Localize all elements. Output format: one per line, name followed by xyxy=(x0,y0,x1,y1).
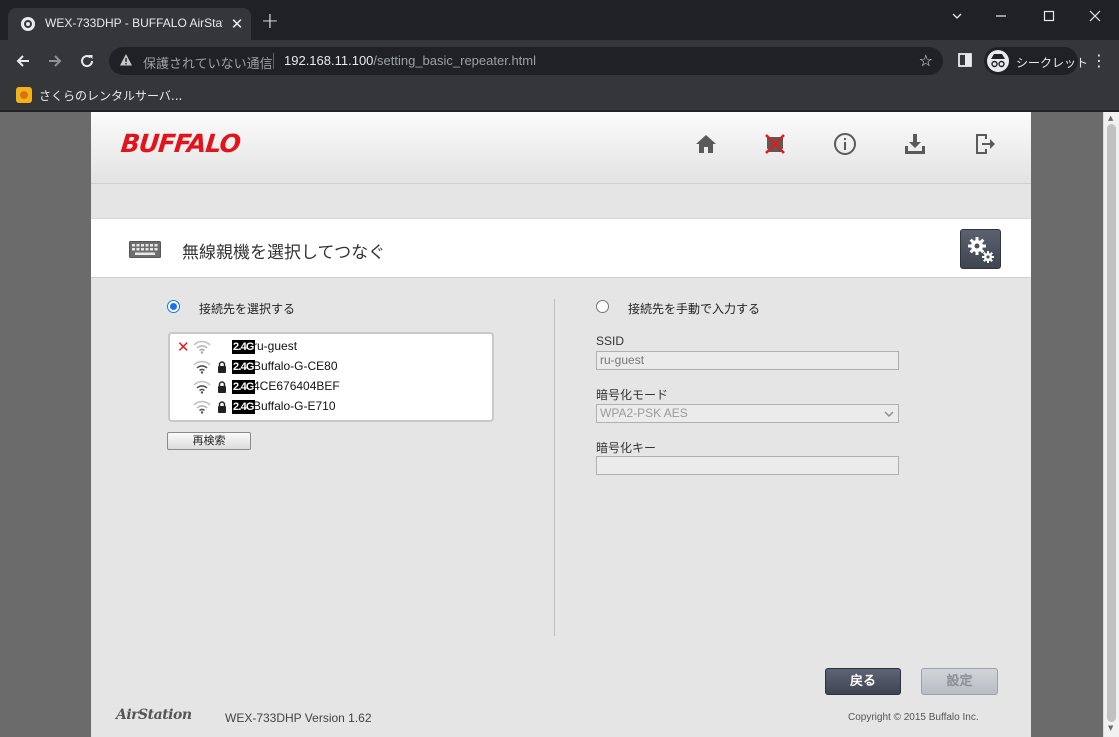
encryption-mode-value: WPA2-PSK AES xyxy=(600,406,688,420)
list-item[interactable]: ✕ 2.4G ru-guest xyxy=(170,337,490,357)
back-button[interactable]: 戻る xyxy=(825,668,901,695)
home-icon[interactable] xyxy=(694,132,718,156)
browser-toolbar: 保護されていない通信 192.168.11.100/setting_basic_… xyxy=(0,40,1119,80)
address-bar[interactable]: 保護されていない通信 192.168.11.100/setting_basic_… xyxy=(109,47,943,75)
keyboard-icon xyxy=(129,241,161,258)
lock-icon xyxy=(218,381,226,393)
apply-button[interactable]: 設定 xyxy=(921,668,998,695)
encryption-mode-label: 暗号化モード xyxy=(596,388,669,402)
band-badge: 2.4G xyxy=(232,360,255,374)
scroll-thumb[interactable] xyxy=(1107,124,1116,722)
ssid-field[interactable]: ru-guest xyxy=(596,351,899,370)
logout-icon[interactable] xyxy=(973,132,997,156)
rescan-button[interactable]: 再検索 xyxy=(167,432,251,450)
encryption-key-field[interactable] xyxy=(596,456,899,475)
tab-title: WEX-733DHP - BUFFALO AirStation xyxy=(45,16,223,30)
scroll-up-icon[interactable]: ▲ xyxy=(1108,114,1113,122)
address-separator xyxy=(273,53,274,69)
lock-icon xyxy=(218,401,226,413)
disconnected-icon[interactable] xyxy=(763,132,787,156)
copyright: Copyright © 2015 Buffalo Inc. xyxy=(848,712,979,723)
side-panel-icon[interactable] xyxy=(957,52,973,68)
advanced-settings-button[interactable] xyxy=(960,229,1001,269)
band-badge: 2.4G xyxy=(232,400,255,414)
ssid-label: ru-guest xyxy=(253,339,298,353)
incognito-indicator[interactable]: シークレット xyxy=(984,47,1088,75)
page-viewport: BUFFALO 無線親機を選択してつなぐ 接続先を選択する ✕ 2.4G ru-… xyxy=(0,112,1119,737)
wifi-signal-icon xyxy=(193,380,211,394)
manual-entry-radio[interactable] xyxy=(596,300,609,313)
page-title-bar: 無線親機を選択してつなぐ xyxy=(91,218,1031,278)
select-ap-label: 接続先を選択する xyxy=(199,302,296,316)
list-item[interactable]: 2.4G Buffalo-G-E710 xyxy=(170,397,490,417)
window-minimize-button[interactable] xyxy=(977,0,1025,32)
window-close-button[interactable] xyxy=(1071,0,1119,32)
buffalo-logo: BUFFALO xyxy=(119,129,242,158)
url-text[interactable]: 192.168.11.100/setting_basic_repeater.ht… xyxy=(284,53,536,68)
list-item[interactable]: 2.4G Buffalo-G-CE80 xyxy=(170,357,490,377)
window-maximize-button[interactable] xyxy=(1025,0,1073,32)
access-point-list[interactable]: ✕ 2.4G ru-guest 2.4G Buffalo-G-CE80 2.4G… xyxy=(168,332,494,422)
page-title: 無線親機を選択してつなぐ xyxy=(182,243,386,263)
wifi-signal-icon xyxy=(193,360,211,374)
select-ap-radio[interactable] xyxy=(167,300,180,313)
chevron-down-icon xyxy=(884,406,894,425)
new-tab-button[interactable]: + xyxy=(258,11,282,35)
repeater-settings-form: 接続先を選択する ✕ 2.4G ru-guest 2.4G Buffalo-G-… xyxy=(91,279,1031,737)
download-icon[interactable] xyxy=(903,132,927,156)
encryption-key-label: 暗号化キー xyxy=(596,441,657,455)
gears-icon xyxy=(968,237,994,263)
ssid-label: Buffalo-G-CE80 xyxy=(253,359,338,373)
security-status[interactable]: 保護されていない通信 xyxy=(143,53,273,72)
column-divider xyxy=(554,299,555,636)
page-scrollbar[interactable]: ▲ ▼ xyxy=(1103,112,1119,737)
list-item[interactable]: 2.4G 4CE676404BEF xyxy=(170,377,490,397)
router-settings-app: BUFFALO 無線親機を選択してつなぐ 接続先を選択する ✕ 2.4G ru-… xyxy=(91,112,1031,737)
wifi-signal-icon xyxy=(193,400,211,414)
globe-icon xyxy=(21,17,35,31)
bookmarks-bar: さくらのレンタルサーバ... xyxy=(0,80,1119,111)
firmware-version: WEX-733DHP Version 1.62 xyxy=(225,711,372,725)
airstation-logo: AirStation xyxy=(116,707,192,723)
reload-icon[interactable] xyxy=(74,48,100,74)
forward-arrow-icon[interactable] xyxy=(42,48,68,74)
warning-icon[interactable] xyxy=(119,53,133,67)
browser-menu-icon[interactable]: ⋮ xyxy=(1090,51,1108,71)
info-icon[interactable] xyxy=(833,132,857,156)
minimize-icon[interactable] xyxy=(933,0,981,32)
band-badge: 2.4G xyxy=(232,380,255,394)
ssid-label: 4CE676404BEF xyxy=(253,379,340,393)
manual-entry-label: 接続先を手動で入力する xyxy=(628,302,761,316)
tab-close-icon[interactable]: ✕ xyxy=(228,15,246,33)
back-arrow-icon[interactable] xyxy=(10,48,36,74)
ssid-field-label: SSID xyxy=(596,334,625,348)
lock-icon xyxy=(218,361,226,373)
bookmark-item[interactable]: さくらのレンタルサーバ... xyxy=(16,86,182,104)
incognito-icon xyxy=(987,50,1009,72)
browser-tab[interactable]: WEX-733DHP - BUFFALO AirStation ✕ xyxy=(8,8,251,40)
encryption-mode-select[interactable]: WPA2-PSK AES xyxy=(596,404,899,423)
sakura-favicon-icon xyxy=(16,87,32,103)
bookmark-label: さくらのレンタルサーバ... xyxy=(39,88,183,103)
error-x-icon: ✕ xyxy=(177,338,190,356)
scroll-down-icon[interactable]: ▼ xyxy=(1108,724,1113,732)
incognito-label: シークレット xyxy=(1016,56,1089,70)
browser-tab-strip: WEX-733DHP - BUFFALO AirStation ✕ + xyxy=(0,0,1119,40)
header-spacer xyxy=(91,185,1031,218)
band-badge: 2.4G xyxy=(232,340,255,354)
ssid-label: Buffalo-G-E710 xyxy=(253,399,336,413)
bookmark-star-icon[interactable]: ☆ xyxy=(919,51,933,70)
wifi-signal-icon xyxy=(193,340,211,354)
app-header: BUFFALO xyxy=(91,112,1031,184)
